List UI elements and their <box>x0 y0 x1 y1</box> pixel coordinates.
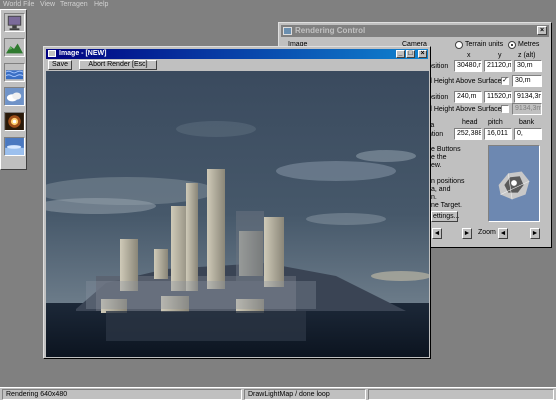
bank-label: bank <box>519 119 535 126</box>
menu-view[interactable]: View <box>40 0 55 9</box>
rendering-control-titlebar[interactable]: Rendering Control × <box>281 25 549 37</box>
help-line: ne Target. <box>431 202 463 209</box>
rendering-control-window-icon <box>283 27 292 35</box>
minimize-button[interactable]: _ <box>396 50 405 58</box>
rotate-left-button[interactable]: ◄ <box>432 228 442 239</box>
camera-height-field[interactable]: 30,m <box>512 75 542 87</box>
camera-position-label: osition <box>428 63 449 70</box>
target-height-field[interactable]: 9134,3m <box>512 103 542 115</box>
menu-bar: World File View Terragen Help <box>0 0 556 9</box>
status-extra <box>368 389 554 400</box>
camera-height-label: d Height Above Surface <box>428 78 502 85</box>
rendered-image <box>46 71 429 357</box>
help-line: a, and <box>431 186 451 193</box>
help-line: e Buttons <box>431 146 461 153</box>
clouds-icon[interactable] <box>4 87 25 106</box>
camera-height-checkbox[interactable]: ✓ <box>501 77 509 85</box>
abort-render-button[interactable]: Abort Render [Esc] <box>79 60 157 70</box>
rendering-control-icon[interactable] <box>4 13 25 32</box>
rendering-control-title: Rendering Control <box>295 26 366 35</box>
menu-help[interactable]: Help <box>94 0 108 9</box>
water-icon[interactable] <box>4 63 25 82</box>
rendering-control-close-button[interactable]: × <box>537 26 547 35</box>
rotate-right-button[interactable]: ► <box>462 228 472 239</box>
image-window-titlebar[interactable]: Image - [NEW] _ □ × <box>46 49 428 59</box>
settings-button[interactable]: ettings... <box>431 211 459 222</box>
column-x-label: x <box>467 52 471 59</box>
camera-x-field[interactable]: 30480,m <box>454 60 482 72</box>
column-y-label: y <box>498 52 502 59</box>
camera-z-field[interactable]: 30,m <box>514 60 542 72</box>
metres-label: Metres <box>518 41 540 48</box>
terrain-units-label: Terrain units <box>465 41 504 48</box>
target-height-label: d Height Above Surface <box>428 106 502 113</box>
column-z-label: z (alt) <box>518 52 536 59</box>
terrain-units-radio[interactable] <box>455 41 463 49</box>
target-z-field[interactable]: 9134,3m <box>514 91 542 103</box>
menu-terragen[interactable]: Terragen <box>60 0 88 9</box>
landscape-icon[interactable] <box>4 38 25 57</box>
head-label: head <box>462 119 478 126</box>
camera-y-field[interactable]: 21120,m <box>484 60 512 72</box>
target-height-checkbox[interactable] <box>501 105 509 113</box>
image-window-icon <box>48 50 56 57</box>
help-line: e the <box>431 154 447 161</box>
status-message: DrawLightMap / done loop <box>244 389 366 400</box>
bank-field[interactable]: 0, <box>514 128 542 140</box>
head-field[interactable]: 252,388 <box>454 128 482 140</box>
target-y-field[interactable]: 11520,m <box>484 91 512 103</box>
zoom-in-button[interactable]: ► <box>530 228 540 239</box>
pitch-label: pitch <box>488 119 503 126</box>
close-button[interactable]: × <box>418 50 427 58</box>
tool-palette <box>0 9 27 170</box>
status-render-size: Rendering 640x480 <box>2 389 242 400</box>
image-window: Image - [NEW] _ □ × Save Abort Render [E… <box>43 46 431 359</box>
help-text: e Buttons e the ew. n positions a, and n… <box>431 146 485 214</box>
sun-icon[interactable] <box>4 112 25 131</box>
zoom-out-button[interactable]: ◄ <box>498 228 508 239</box>
target-x-field[interactable]: 240,m <box>454 91 482 103</box>
help-line: n. <box>431 194 437 201</box>
atmosphere-icon[interactable] <box>4 137 25 156</box>
save-button[interactable]: Save <box>48 60 72 70</box>
help-line: ew. <box>431 162 442 169</box>
metres-radio[interactable] <box>508 41 516 49</box>
status-bar: Rendering 640x480 DrawLightMap / done lo… <box>0 387 556 400</box>
menu-world-file[interactable]: World File <box>3 0 34 9</box>
help-line: n positions <box>431 178 465 185</box>
help-line <box>431 170 485 178</box>
target-position-label: osition <box>428 94 449 101</box>
camera-preview[interactable] <box>488 145 540 222</box>
image-window-title: Image - [NEW] <box>59 50 107 57</box>
zoom-label: Zoom <box>478 229 496 236</box>
pitch-field[interactable]: 16,011 <box>484 128 512 140</box>
maximize-button[interactable]: □ <box>406 50 415 58</box>
